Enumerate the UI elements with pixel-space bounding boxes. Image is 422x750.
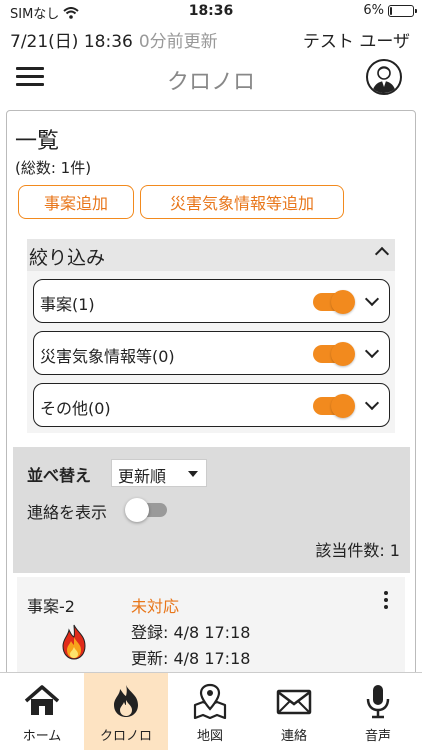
- sort-select[interactable]: 更新順: [111, 459, 207, 487]
- show-contact-label: 連絡を表示: [27, 503, 108, 522]
- app-header: クロノロ: [0, 52, 422, 102]
- user-name: テスト ユーザ: [302, 32, 410, 52]
- nav-label-contact: 連絡: [280, 729, 307, 744]
- filter-row-incident[interactable]: 事案(1): [33, 279, 390, 323]
- list-title: 一覧: [15, 129, 60, 154]
- filter-label-weather: 災害気象情報等(0): [40, 347, 175, 366]
- filter-toggle-weather[interactable]: [313, 342, 355, 366]
- filter-row-other[interactable]: その他(0): [33, 383, 390, 427]
- info-line: 7/21(日) 18:36 0分前更新 テスト ユーザ: [0, 24, 422, 52]
- battery-icon: [388, 4, 417, 17]
- page-title: クロノロ: [166, 70, 255, 95]
- filter-toggle-incident[interactable]: [313, 290, 355, 314]
- nav-home[interactable]: ホーム: [0, 673, 84, 750]
- chevron-down-icon[interactable]: [364, 291, 380, 307]
- status-right: 6%: [363, 3, 417, 18]
- status-time: 18:36: [188, 3, 234, 19]
- status-bar: SIMなし 18:36 6%: [0, 0, 422, 22]
- nav-map[interactable]: 地図: [168, 673, 252, 750]
- flame-icon: [114, 685, 138, 717]
- item-status: 未対応: [131, 597, 180, 616]
- filter-toggle-other[interactable]: [313, 394, 355, 418]
- item-name: 事案-2: [27, 597, 75, 616]
- user-avatar-icon: [372, 66, 396, 93]
- bottom-nav: ホーム クロノロ 地図 連絡 音声: [0, 672, 422, 750]
- filter-header[interactable]: 絞り込み: [27, 239, 395, 271]
- filter-panel: 事案(1) 災害気象情報等(0) その他(0): [27, 271, 395, 433]
- nav-label-map: 地図: [196, 729, 223, 744]
- nav-label-voice: 音声: [364, 729, 391, 744]
- sort-panel: 並べ替え 更新順 連絡を表示 該当件数: 1: [13, 447, 410, 573]
- filter-label-incident: 事案(1): [40, 295, 95, 314]
- nav-label-chronology: クロノロ: [99, 729, 152, 744]
- nav-chronology[interactable]: クロノロ: [84, 673, 168, 750]
- total-count: (総数: 1件): [15, 159, 92, 177]
- item-registered: 登録: 4/8 17:18: [131, 623, 251, 642]
- fire-icon: [62, 624, 86, 660]
- datetime-text: 7/21(日) 18:36: [10, 32, 133, 52]
- caret-down-icon: [188, 471, 198, 477]
- sort-label: 並べ替え: [27, 466, 92, 485]
- filter-title: 絞り込み: [29, 247, 106, 269]
- avatar[interactable]: [366, 59, 402, 95]
- item-updated: 更新: 4/8 17:18: [131, 649, 251, 668]
- mail-icon: [276, 689, 312, 715]
- show-contact-toggle[interactable]: [125, 498, 167, 522]
- mic-icon: [366, 685, 390, 719]
- map-icon: [193, 683, 227, 719]
- current-datetime: 7/21(日) 18:36 0分前更新: [10, 27, 218, 52]
- add-incident-button[interactable]: 事案追加: [18, 185, 134, 219]
- chevron-up-icon[interactable]: [374, 246, 390, 262]
- filter-label-other: その他(0): [40, 399, 111, 418]
- last-updated: 0分前更新: [138, 32, 218, 52]
- screen: SIMなし 18:36 6% 7/21(日) 18:36 0分前更新 テスト ユー…: [0, 0, 422, 750]
- add-weather-info-button[interactable]: 災害気象情報等追加: [140, 185, 344, 219]
- nav-contact[interactable]: 連絡: [252, 673, 336, 750]
- chevron-down-icon[interactable]: [364, 395, 380, 411]
- nav-voice[interactable]: 音声: [336, 673, 420, 750]
- filter-row-weather[interactable]: 災害気象情報等(0): [33, 331, 390, 375]
- chevron-down-icon[interactable]: [364, 343, 380, 359]
- home-icon: [24, 685, 60, 715]
- nav-label-home: ホーム: [22, 729, 62, 744]
- more-options-icon[interactable]: [383, 591, 389, 611]
- result-count: 該当件数: 1: [315, 541, 400, 560]
- sort-selected-value: 更新順: [118, 467, 167, 486]
- list-card: 一覧 (総数: 1件) 事案追加 災害気象情報等追加 絞り込み 事案(1) 災害…: [6, 110, 416, 710]
- battery-percent: 6%: [363, 3, 384, 18]
